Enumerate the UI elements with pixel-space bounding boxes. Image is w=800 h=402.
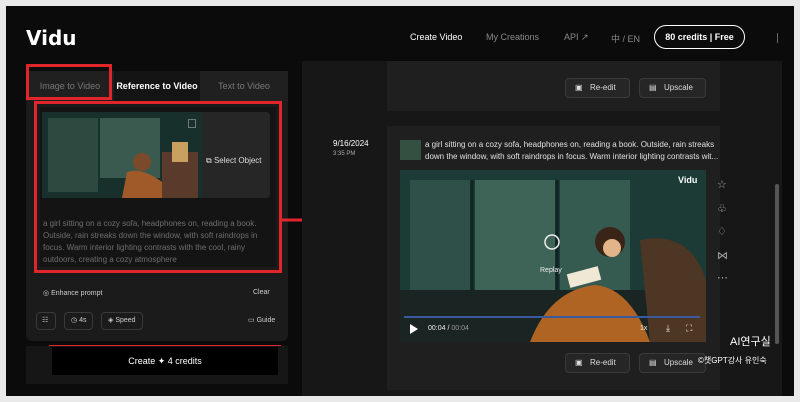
playback-time: 00:04 / 00:04 xyxy=(428,325,469,332)
star-icon[interactable]: ☆ xyxy=(717,178,727,191)
time-current: 00:04 xyxy=(428,325,446,332)
book-icon: ▭ xyxy=(248,317,257,324)
upscale-button-1[interactable]: ▤ Upscale xyxy=(639,78,706,98)
replay-label: Replay xyxy=(540,267,562,274)
download-icon[interactable]: ⤓ xyxy=(666,323,670,334)
create-button[interactable]: Create ✦ 4 credits xyxy=(52,347,278,375)
reedit-icon: ▣ xyxy=(575,358,583,367)
thumbs-down-icon[interactable]: ♢ xyxy=(717,225,727,238)
result-prompt-line-2: down the window, with soft raindrops in … xyxy=(425,152,719,161)
nav-api[interactable]: API ↗ xyxy=(564,32,589,43)
divider xyxy=(777,33,778,43)
upscale-icon: ▤ xyxy=(649,358,657,367)
speed-control[interactable]: 1x xyxy=(640,325,647,332)
reference-slot[interactable]: ⧉ Select Object xyxy=(42,112,270,198)
reference-thumbnail xyxy=(42,112,202,198)
prompt-text[interactable]: a girl sitting on a cozy sofa, headphone… xyxy=(43,218,273,266)
duration-label: 4s xyxy=(79,317,87,324)
mode-tabs: Image to Video Reference to Video Text t… xyxy=(26,71,288,101)
upscale-label: Upscale xyxy=(664,358,693,367)
nav-create-video[interactable]: Create Video xyxy=(410,32,462,42)
enhance-icon: ◎ xyxy=(43,290,52,297)
speed-chip[interactable]: ◈ Speed xyxy=(101,312,143,330)
result-thumbnail[interactable] xyxy=(400,140,421,160)
top-bar: Vidu Create Video My Creations API ↗ 中 /… xyxy=(6,6,794,68)
sliders-icon: ☷ xyxy=(42,317,49,324)
upscale-label: Upscale xyxy=(664,83,693,92)
video-frame xyxy=(400,170,706,342)
result-time: 3:35 PM xyxy=(333,151,356,157)
thumbs-up-icon[interactable]: ♧ xyxy=(717,202,727,215)
share-icon[interactable]: ⋈ xyxy=(717,249,728,262)
select-object-label: Select Object xyxy=(213,156,262,165)
result-prompt: a girl sitting on a cozy sofa, headphone… xyxy=(425,139,737,163)
tab-image-to-video[interactable]: Image to Video xyxy=(26,71,114,101)
time-total: 00:04 xyxy=(451,325,469,332)
enhance-label: Enhance prompt xyxy=(51,290,103,297)
nav-my-creations[interactable]: My Creations xyxy=(486,32,539,42)
clock-icon: ◷ xyxy=(71,317,80,324)
credits-button[interactable]: 80 credits | Free xyxy=(654,25,745,49)
video-watermark: Vidu xyxy=(678,175,698,185)
overlay-brand: AI연구실 xyxy=(730,336,771,348)
video-player[interactable]: Replay 00:04 / 00:04 1x ⤓ ⛶ xyxy=(400,170,706,342)
reedit-button-2[interactable]: ▣ Re-edit xyxy=(565,353,630,373)
upscale-button-2[interactable]: ▤ Upscale xyxy=(639,353,706,373)
guide-label: Guide xyxy=(256,317,276,324)
scrollbar[interactable] xyxy=(775,184,779,344)
tab-text-to-video[interactable]: Text to Video xyxy=(200,71,288,101)
speed-label: Speed xyxy=(115,317,136,324)
overlay-credit: ©챗GPT강사 유인숙 xyxy=(698,356,767,365)
reedit-label: Re-edit xyxy=(590,83,616,92)
settings-chip[interactable]: ☷ xyxy=(36,312,56,330)
result-prompt-line-1: a girl sitting on a cozy sofa, headphone… xyxy=(425,140,715,149)
tab-reference-to-video[interactable]: Reference to Video xyxy=(114,71,200,101)
reedit-button-1[interactable]: ▣ Re-edit xyxy=(565,78,630,98)
vidu-logo[interactable]: Vidu xyxy=(26,26,77,50)
enhance-prompt-toggle[interactable]: ◎ Enhance prompt xyxy=(43,289,102,297)
fullscreen-icon[interactable]: ⛶ xyxy=(686,323,692,334)
select-object-button[interactable]: ⧉ Select Object xyxy=(206,156,262,166)
select-object-icon: ⧉ xyxy=(206,156,214,165)
language-switch[interactable]: 中 / EN xyxy=(611,32,640,45)
upscale-icon: ▤ xyxy=(649,83,657,92)
reedit-label: Re-edit xyxy=(590,358,616,367)
guide-link[interactable]: ▭ Guide xyxy=(248,316,275,324)
reedit-icon: ▣ xyxy=(575,83,583,92)
delete-icon[interactable] xyxy=(188,119,196,128)
clear-button[interactable]: Clear xyxy=(253,289,270,296)
more-icon[interactable]: ⋯ xyxy=(717,271,728,284)
result-date: 9/16/2024 xyxy=(333,139,369,148)
duration-chip[interactable]: ◷ 4s xyxy=(64,312,94,330)
